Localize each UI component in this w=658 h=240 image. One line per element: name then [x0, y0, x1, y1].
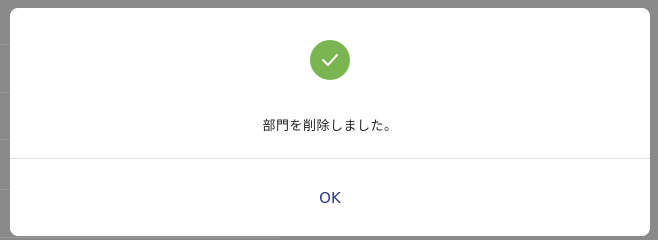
check-circle-icon	[310, 40, 350, 80]
background-divider	[0, 139, 10, 140]
background-divider	[0, 92, 10, 93]
success-dialog: 部門を削除しました。 OK	[10, 8, 650, 236]
modal-overlay: 部門を削除しました。 OK	[0, 0, 658, 240]
ok-button[interactable]: OK	[10, 159, 650, 236]
background-divider	[0, 44, 10, 45]
dialog-message: 部門を削除しました。	[262, 119, 398, 134]
background-divider	[0, 237, 280, 238]
background-divider	[0, 189, 10, 190]
check-icon	[322, 54, 338, 66]
